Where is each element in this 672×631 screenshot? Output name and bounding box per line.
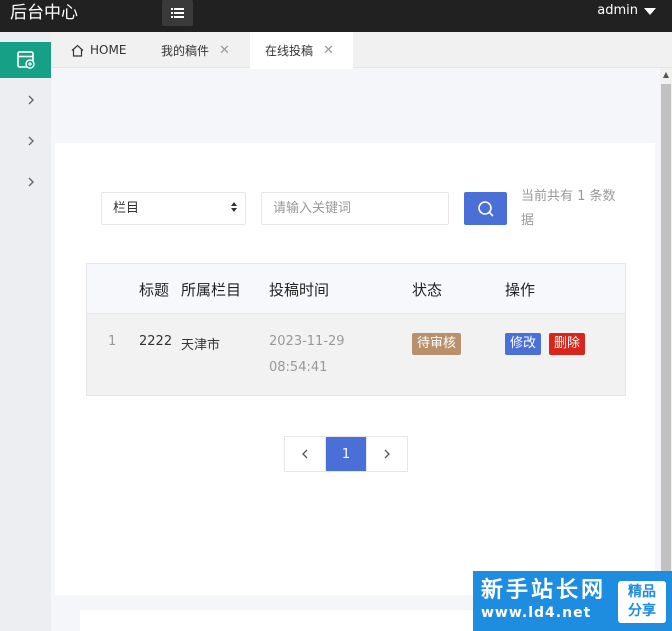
watermark-main: 新手站长网	[481, 578, 607, 603]
tab-my-drafts-label: 我的稿件	[161, 43, 210, 58]
home-icon	[71, 44, 84, 57]
watermark-logo: 新手站长网 www.ld4.net 精品 分享	[473, 571, 672, 631]
col-category: 所属栏目	[181, 281, 242, 299]
page-1-button[interactable]: 1	[325, 437, 367, 471]
list-icon	[171, 8, 184, 18]
row-category: 天津市	[181, 338, 221, 353]
pagination: 1	[284, 436, 408, 472]
tab-home[interactable]: HOME	[71, 32, 126, 68]
keyword-search-input[interactable]	[261, 192, 449, 225]
search-button[interactable]	[464, 192, 507, 225]
tab-bar: HOME 我的稿件 ✕ 在线投稿 ✕	[51, 32, 672, 69]
search-icon	[477, 200, 494, 217]
sidebar-item-documents[interactable]	[0, 42, 51, 78]
sidebar-item-3[interactable]	[26, 174, 36, 190]
tab-home-label: HOME	[90, 43, 127, 57]
category-select[interactable]: 栏目	[101, 192, 246, 225]
col-status: 状态	[412, 281, 443, 299]
sidebar-item-2[interactable]	[26, 133, 36, 149]
edit-button[interactable]: 修改	[505, 333, 542, 355]
delete-button[interactable]: 删除	[549, 333, 586, 355]
col-submit-time: 投稿时间	[269, 281, 330, 299]
scroll-up-icon[interactable]	[663, 72, 669, 78]
chevron-right-icon	[28, 136, 34, 146]
select-arrows-icon	[231, 202, 237, 212]
status-badge: 待审核	[412, 333, 462, 355]
watermark-text: 新手站长网 www.ld4.net	[481, 578, 621, 622]
tab-online-submit-label: 在线投稿	[265, 44, 314, 58]
page-scrollbar[interactable]	[660, 68, 672, 631]
row-date: 2023-11-29	[269, 334, 345, 349]
close-icon[interactable]: ✕	[219, 43, 230, 58]
user-name: admin	[597, 3, 638, 18]
submissions-table: 标题 所属栏目 投稿时间 状态 操作 1 2222 天津市 2023-11-29…	[86, 263, 626, 396]
tab-online-submit[interactable]: 在线投稿 ✕	[250, 32, 353, 69]
next-page-button[interactable]	[366, 437, 407, 471]
table-header: 标题 所属栏目 投稿时间 状态 操作	[87, 264, 625, 314]
watermark-url: www.ld4.net	[481, 605, 592, 621]
record-count: 当前共有 1 条数据	[521, 189, 616, 228]
chevron-right-icon	[384, 449, 391, 459]
brand-title: 后台中心	[10, 3, 78, 23]
category-select-value: 栏目	[113, 201, 140, 216]
scroll-thumb[interactable]	[661, 84, 671, 631]
chevron-right-icon	[28, 95, 34, 105]
menu-toggle-button[interactable]	[162, 0, 193, 26]
seal-line-1: 精品	[628, 584, 656, 600]
chevron-left-icon	[301, 449, 308, 459]
tab-my-drafts[interactable]: 我的稿件 ✕	[161, 32, 230, 68]
row-time: 08:54:41	[269, 360, 328, 375]
document-icon	[16, 51, 35, 69]
watermark-seal: 精品 分享	[618, 581, 666, 623]
close-icon[interactable]: ✕	[323, 43, 334, 58]
col-title: 标题	[139, 281, 170, 299]
col-actions: 操作	[505, 281, 536, 299]
top-header: 后台中心 admin	[0, 0, 672, 32]
row-title: 2222	[139, 334, 173, 349]
chevron-right-icon	[28, 177, 34, 187]
sidebar-item-1[interactable]	[26, 92, 36, 108]
prev-page-button[interactable]	[285, 437, 326, 471]
user-menu[interactable]: admin	[597, 0, 656, 22]
sidebar	[0, 32, 51, 631]
seal-line-2: 分享	[628, 603, 656, 619]
row-index: 1	[108, 334, 117, 349]
caret-down-icon	[644, 7, 656, 15]
